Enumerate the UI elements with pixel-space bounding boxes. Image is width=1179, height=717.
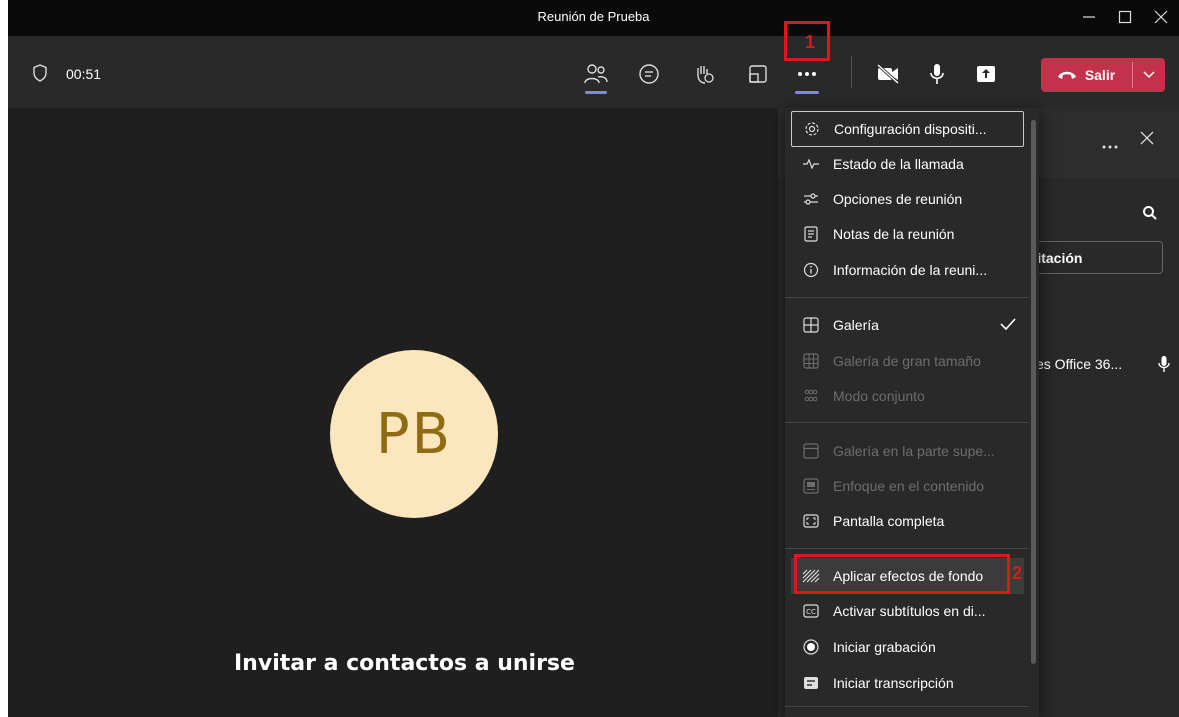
menu-divider: [785, 297, 1029, 298]
record-icon: [801, 639, 821, 655]
menu-item-gallery-top: Galería en la parte supe...: [791, 433, 1024, 469]
gallery-top-icon: [801, 443, 821, 459]
teams-meeting-window: Reunión de Prueba 00:51 Salir PB Invitar…: [8, 0, 1179, 717]
menu-item-meeting-info[interactable]: Información de la reuni...: [791, 252, 1024, 288]
sliders-icon: [801, 192, 821, 206]
title-bar: Reunión de Prueba: [8, 0, 1179, 36]
menu-item-label: Enfoque en el contenido: [833, 478, 985, 494]
menu-item-label: Iniciar transcripción: [833, 675, 954, 691]
raise-hand-icon[interactable]: [688, 58, 720, 90]
meeting-stage: PB Invitar a contactos a unirse: [8, 108, 778, 717]
meeting-toolbar: 00:51 Salir: [8, 36, 1179, 108]
menu-divider: [785, 706, 1029, 707]
rooms-icon[interactable]: [742, 58, 774, 90]
menu-item-label: Galería en la parte supe...: [833, 443, 995, 459]
share-icon[interactable]: [970, 58, 1002, 90]
leave-button-group: Salir: [1041, 58, 1165, 92]
menu-item-label: Pantalla completa: [833, 513, 945, 529]
panel-more-icon[interactable]: [1102, 136, 1118, 154]
camera-off-icon[interactable]: [872, 58, 904, 90]
leave-options-chevron[interactable]: [1133, 58, 1165, 92]
invite-contacts-text: Invitar a contactos a unirse: [234, 651, 575, 676]
menu-item-label: Información de la reuni...: [833, 262, 988, 278]
participant-name: es Office 36...: [1036, 356, 1123, 372]
pulse-icon: [801, 158, 821, 170]
avatar: PB: [330, 350, 498, 518]
shield-icon: [32, 64, 48, 87]
share-invitation-button[interactable]: nvitación: [1018, 241, 1163, 274]
phone-hangup-icon: [1057, 67, 1077, 83]
menu-item-label: Galería de gran tamaño: [833, 353, 981, 369]
step2-highlight-box: [794, 554, 1010, 594]
minimize-button[interactable]: [1071, 2, 1107, 32]
transcript-icon: [801, 676, 821, 690]
window-title: Reunión de Prueba: [537, 9, 650, 24]
menu-item-meeting-notes[interactable]: Notas de la reunión: [791, 216, 1024, 252]
menu-divider: [785, 548, 1029, 549]
captions-icon: CC: [801, 604, 821, 618]
gallery-icon: [801, 317, 821, 333]
menu-item-start-recording[interactable]: Iniciar grabación: [791, 629, 1024, 665]
menu-item-label: Galería: [833, 317, 879, 333]
menu-item-large-gallery: Galería de gran tamaño: [791, 343, 1024, 379]
svg-text:CC: CC: [806, 608, 816, 616]
mic-icon[interactable]: [921, 58, 953, 90]
step2-label: 2: [1012, 563, 1023, 583]
menu-divider: [785, 422, 1029, 423]
leave-button[interactable]: Salir: [1041, 58, 1131, 92]
menu-item-label: Iniciar grabación: [833, 639, 936, 655]
fullscreen-icon: [801, 514, 821, 528]
more-icon[interactable]: [791, 58, 823, 90]
menu-item-label: Modo conjunto: [833, 388, 925, 404]
info-icon: [801, 262, 821, 278]
meeting-timer: 00:51: [66, 66, 102, 82]
menu-item-label: Notas de la reunión: [833, 226, 955, 242]
large-gallery-icon: [801, 353, 821, 369]
chat-icon[interactable]: [633, 58, 665, 90]
menu-item-start-transcription[interactable]: Iniciar transcripción: [791, 665, 1024, 701]
menu-item-live-captions[interactable]: CC Activar subtítulos en di...: [791, 593, 1024, 629]
more-active-indicator: [795, 91, 819, 94]
participant-mic-icon: [1158, 355, 1170, 378]
menu-item-fullscreen[interactable]: Pantalla completa: [791, 503, 1024, 539]
menu-item-label: Estado de la llamada: [833, 156, 964, 172]
menu-scrollbar[interactable]: [1031, 120, 1036, 664]
maximize-button[interactable]: [1107, 2, 1143, 32]
together-mode-icon: [801, 388, 821, 404]
notes-icon: [801, 226, 821, 242]
panel-close-icon[interactable]: [1140, 131, 1154, 150]
checkmark-icon: [1000, 317, 1016, 333]
menu-item-together-mode: Modo conjunto: [791, 378, 1024, 414]
close-button[interactable]: [1143, 2, 1179, 32]
menu-item-device-settings[interactable]: Configuración dispositi...: [791, 111, 1024, 147]
menu-item-meeting-options[interactable]: Opciones de reunión: [791, 181, 1024, 217]
gear-icon: [802, 121, 822, 137]
people-active-indicator: [585, 91, 607, 94]
menu-item-focus-content: Enfoque en el contenido: [791, 468, 1024, 504]
more-options-menu: Configuración dispositi... Estado de la …: [785, 108, 1039, 717]
toolbar-divider: [851, 56, 852, 88]
menu-item-label: Activar subtítulos en di...: [833, 603, 986, 619]
menu-item-label: Configuración dispositi...: [834, 121, 987, 137]
menu-item-label: Opciones de reunión: [833, 191, 963, 207]
step1-label: 1: [805, 32, 816, 52]
menu-item-gallery[interactable]: Galería: [791, 307, 1024, 343]
focus-content-icon: [801, 478, 821, 494]
leave-label: Salir: [1084, 67, 1116, 83]
search-icon[interactable]: [1142, 205, 1158, 226]
menu-item-call-health[interactable]: Estado de la llamada: [791, 146, 1024, 182]
people-icon[interactable]: [580, 58, 612, 90]
